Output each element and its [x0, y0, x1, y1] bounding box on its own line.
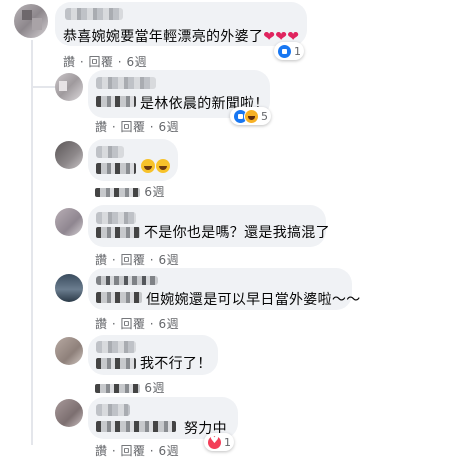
- replier-name[interactable]: [96, 77, 156, 89]
- reply-text: 不是你也是嗎？還是我搞混了: [144, 225, 330, 241]
- like-link[interactable]: 讚: [95, 253, 108, 267]
- replier-name[interactable]: [96, 146, 124, 158]
- like-link[interactable]: 讚: [95, 444, 108, 458]
- avatar[interactable]: [55, 399, 83, 427]
- timestamp[interactable]: 6週: [144, 381, 165, 395]
- tagged-name[interactable]: [96, 227, 140, 238]
- reply-emoji: [140, 159, 170, 175]
- reply-bubble: [88, 139, 178, 181]
- reply-actions: 讚 · 回覆 · 6週: [95, 317, 180, 331]
- reply-text: 我不行了！: [140, 356, 212, 372]
- like-reaction-icon: [277, 43, 292, 59]
- avatar[interactable]: [55, 274, 83, 302]
- timestamp[interactable]: 6週: [158, 120, 179, 134]
- reply-actions: 6週: [95, 183, 165, 200]
- reply-link[interactable]: 回覆: [120, 444, 145, 458]
- tagged-name[interactable]: [96, 163, 136, 174]
- reply-text: 但婉婉還是可以早日當外婆啦～～: [146, 292, 361, 308]
- reply-link[interactable]: 回覆: [88, 55, 113, 69]
- like-link[interactable]: 讚: [95, 120, 108, 134]
- comment-actions: 讚 · 回覆 · 6週: [63, 55, 148, 69]
- like-link[interactable]: 讚: [95, 317, 108, 331]
- love-reaction-icon: [207, 434, 222, 450]
- commenter-name[interactable]: [65, 8, 123, 20]
- replier-name[interactable]: [96, 404, 130, 416]
- reply-link[interactable]: 回覆: [120, 253, 145, 267]
- reaction-count: 1: [224, 435, 231, 449]
- tagged-name[interactable]: [96, 358, 136, 369]
- replier-name[interactable]: [96, 276, 158, 285]
- reaction-count: 5: [261, 109, 268, 123]
- avatar[interactable]: [55, 141, 83, 169]
- tagged-name[interactable]: [96, 292, 142, 303]
- comment-bubble: 恭喜婉婉要當年輕漂亮的外婆了❤❤❤: [55, 2, 307, 46]
- reply-actions: 讚 · 回覆 · 6週: [95, 444, 180, 458]
- reaction-count: 1: [294, 44, 301, 58]
- like-link[interactable]: 讚: [63, 55, 76, 69]
- haha-reaction-icon: [244, 108, 259, 124]
- timestamp[interactable]: 6週: [126, 55, 147, 69]
- tagged-name[interactable]: [96, 421, 176, 432]
- reaction-summary[interactable]: 1: [204, 433, 234, 451]
- reaction-summary[interactable]: 5: [230, 107, 271, 125]
- replier-name[interactable]: [96, 341, 136, 353]
- avatar[interactable]: [55, 337, 83, 365]
- laugh-emoji: [141, 159, 155, 173]
- replier-name[interactable]: [96, 212, 136, 224]
- avatar[interactable]: [55, 73, 83, 101]
- reply-bubble: 我不行了！: [88, 335, 218, 375]
- timestamp[interactable]: 6週: [158, 317, 179, 331]
- thread-line-main: [31, 40, 33, 445]
- tagged-name[interactable]: [96, 96, 136, 107]
- reply-bubble: 不是你也是嗎？還是我搞混了: [88, 205, 330, 247]
- timestamp[interactable]: 6週: [158, 253, 179, 267]
- reaction-summary[interactable]: 1: [274, 42, 304, 60]
- laugh-emoji: [156, 159, 170, 173]
- reply-bubble: 但婉婉還是可以早日當外婆啦～～: [88, 268, 360, 310]
- reply-link[interactable]: 回覆: [120, 317, 145, 331]
- reply-actions: 讚 · 回覆 · 6週: [95, 120, 180, 134]
- comment-text: 恭喜婉婉要當年輕漂亮的外婆了❤❤❤: [63, 29, 300, 45]
- reply-link[interactable]: 回覆: [120, 120, 145, 134]
- reply-actions: 6週: [95, 379, 165, 396]
- avatar[interactable]: [55, 208, 83, 236]
- reply-actions: 讚 · 回覆 · 6週: [95, 253, 180, 267]
- timestamp[interactable]: 6週: [158, 444, 179, 458]
- avatar[interactable]: [14, 4, 48, 38]
- action-blur: [95, 188, 140, 197]
- action-blur: [95, 384, 140, 393]
- timestamp[interactable]: 6週: [144, 185, 165, 199]
